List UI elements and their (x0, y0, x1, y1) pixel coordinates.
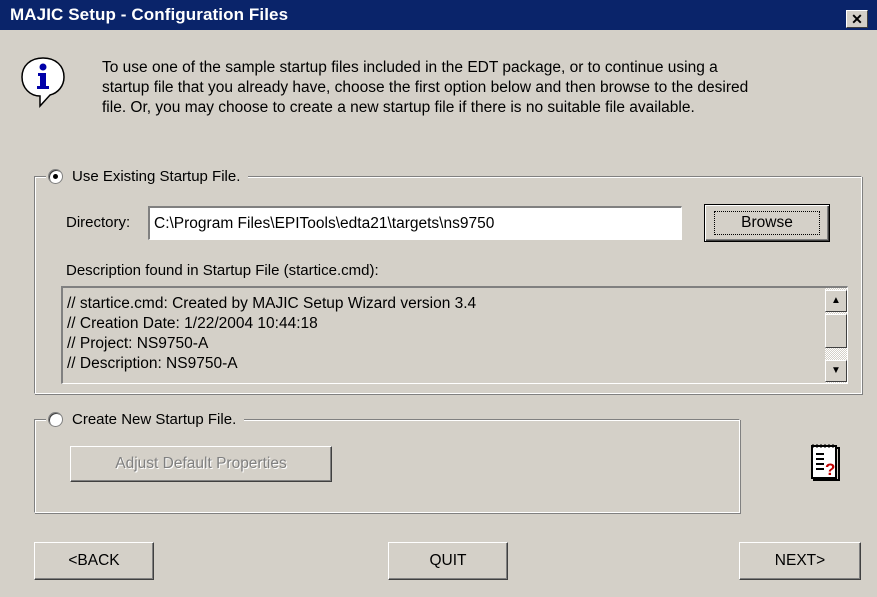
window-title: MAJIC Setup - Configuration Files (10, 5, 289, 24)
vertical-scrollbar[interactable]: ▲ ▼ (825, 288, 847, 383)
directory-input[interactable] (148, 206, 682, 240)
help-document-icon[interactable]: ? (808, 442, 842, 482)
description-lines: // startice.cmd: Created by MAJIC Setup … (67, 294, 476, 374)
description-label: Description found in Startup File (start… (66, 262, 379, 279)
close-button[interactable]: ✕ (846, 10, 868, 28)
info-icon (21, 57, 65, 108)
next-button[interactable]: NEXT> (739, 542, 861, 580)
description-line: // Creation Date: 1/22/2004 10:44:18 (67, 315, 318, 332)
scroll-up-icon[interactable]: ▲ (825, 290, 847, 312)
intro-line: To use one of the sample startup files i… (102, 59, 718, 76)
adjust-default-properties-button: Adjust Default Properties (70, 446, 332, 482)
browse-label: Browse (714, 211, 820, 235)
browse-button[interactable]: Browse (704, 204, 830, 242)
svg-text:?: ? (825, 460, 835, 479)
intro-line: startup file that you already have, choo… (102, 79, 749, 96)
use-existing-radio[interactable] (48, 168, 63, 184)
create-new-option[interactable]: Create New Startup File. (46, 409, 245, 429)
scroll-down-icon[interactable]: ▼ (825, 360, 847, 382)
description-line: // Description: NS9750-A (67, 355, 238, 372)
intro-text: To use one of the sample startup files i… (102, 58, 862, 118)
title-bar: MAJIC Setup - Configuration Files ✕ (0, 0, 877, 30)
description-textbox[interactable]: // startice.cmd: Created by MAJIC Setup … (61, 286, 848, 384)
quit-button[interactable]: QUIT (388, 542, 508, 580)
scroll-thumb[interactable] (825, 314, 847, 348)
back-button[interactable]: <BACK (34, 542, 154, 580)
description-line: // startice.cmd: Created by MAJIC Setup … (67, 295, 477, 312)
description-line: // Project: NS9750-A (67, 335, 209, 352)
create-new-label: Create New Startup File. (72, 410, 237, 428)
use-existing-label: Use Existing Startup File. (72, 167, 241, 185)
intro-line: file. Or, you may choose to create a new… (102, 99, 695, 116)
create-new-radio[interactable] (48, 411, 63, 427)
directory-label: Directory: (66, 214, 131, 231)
use-existing-option[interactable]: Use Existing Startup File. (46, 166, 249, 186)
